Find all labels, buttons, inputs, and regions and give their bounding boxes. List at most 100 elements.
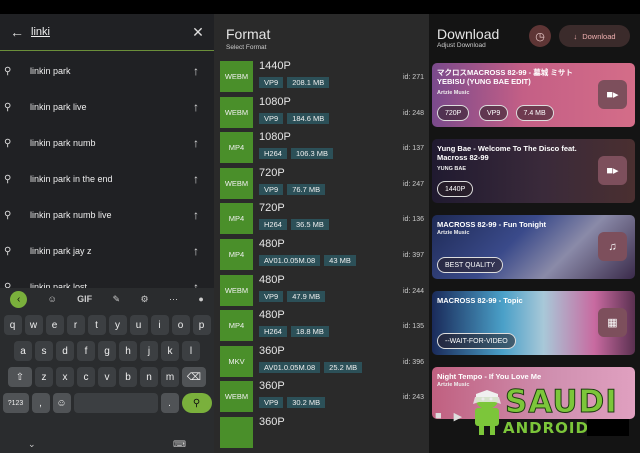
card-chip[interactable]: VP9 [479, 105, 509, 121]
key-a[interactable]: a [14, 341, 32, 361]
suggestion-item[interactable]: ⚲ linkin park jay z ↑ [0, 233, 214, 269]
key-v[interactable]: v [98, 367, 116, 387]
format-id: id: 396 [402, 358, 424, 366]
suggestion-item[interactable]: ⚲ linkin park in the end ↑ [0, 161, 214, 197]
key-t[interactable]: t [87, 315, 106, 335]
key-x[interactable]: x [56, 367, 74, 387]
format-item[interactable]: MP4 720P H264 36.5 MB id: 136 [220, 201, 429, 236]
format-item[interactable]: WEBM 1440P VP9 208.1 MB id: 271 [220, 59, 429, 94]
keyboard-switch-icon[interactable]: ⌨ [173, 439, 186, 450]
format-item[interactable]: WEBM 1080P VP9 184.6 MB id: 248 [220, 95, 429, 130]
card-chip[interactable]: --WAIT-FOR-VIDEO [437, 333, 516, 349]
key-j[interactable]: j [140, 341, 158, 361]
clear-icon[interactable]: ✕ [186, 24, 210, 41]
key-l[interactable]: l [182, 341, 200, 361]
backspace-key[interactable]: ⌫ [182, 367, 206, 387]
key-z[interactable]: z [35, 367, 53, 387]
watermark: SAUDI ANDROID [465, 384, 640, 453]
android-robot-icon [473, 390, 501, 435]
format-size: 184.6 MB [287, 112, 330, 124]
comma-key[interactable]: , [31, 393, 50, 413]
format-item[interactable]: 360P [220, 415, 429, 450]
format-item[interactable]: MP4 480P AV01.0.05M.08 43 MB id: 397 [220, 237, 429, 272]
format-item[interactable]: WEBM 720P VP9 76.7 MB id: 247 [220, 166, 429, 201]
key-y[interactable]: y [108, 315, 127, 335]
format-id: id: 244 [402, 287, 424, 295]
video-icon[interactable]: ■▸ [598, 156, 627, 185]
period-key[interactable]: . [160, 393, 179, 413]
symbols-key[interactable]: ?123 [2, 393, 29, 413]
key-n[interactable]: n [140, 367, 158, 387]
key-r[interactable]: r [66, 315, 85, 335]
download-card[interactable]: Yung Bae - Welcome To The Disco feat. Ma… [432, 139, 635, 203]
settings-icon[interactable]: ⚙ [141, 294, 149, 305]
fill-arrow-icon[interactable]: ↑ [186, 100, 206, 114]
suggestion-label: linkin park jay z [30, 246, 92, 256]
key-i[interactable]: i [150, 315, 169, 335]
format-resolution: 360P [259, 344, 285, 357]
queue-icon[interactable]: ▶ [454, 410, 462, 423]
keyboard-menu-icon[interactable]: ‹ [10, 290, 28, 308]
key-k[interactable]: k [161, 341, 179, 361]
fill-arrow-icon[interactable]: ↑ [186, 244, 206, 258]
format-item[interactable]: MKV 360P AV01.0.05M.08 25.2 MB id: 396 [220, 344, 429, 379]
back-arrow-icon[interactable]: ← [5, 24, 29, 40]
card-chip[interactable]: 720P [437, 105, 470, 121]
folder-icon[interactable]: ■ [435, 410, 442, 423]
key-f[interactable]: f [77, 341, 95, 361]
suggestion-item[interactable]: ⚲ linkin park numb live ↑ [0, 197, 214, 233]
space-key[interactable] [73, 393, 158, 413]
suggestion-item[interactable]: ⚲ linkin park ↑ [0, 53, 214, 89]
key-h[interactable]: h [119, 341, 137, 361]
download-button[interactable]: ↓ Download [559, 25, 630, 47]
key-e[interactable]: e [45, 315, 64, 335]
fill-arrow-icon[interactable]: ↑ [186, 172, 206, 186]
download-card[interactable]: マクロスMACROSS 82-99 - 墓城 ミサト YEBISU (YUNG … [432, 63, 635, 127]
format-container-badge: MKV [220, 345, 253, 377]
format-item[interactable]: MP4 1080P H264 106.3 MB id: 137 [220, 130, 429, 165]
music-icon[interactable]: ♫ [598, 232, 627, 261]
format-item[interactable]: MP4 480P H264 18.8 MB id: 135 [220, 308, 429, 343]
key-b[interactable]: b [119, 367, 137, 387]
key-m[interactable]: m [161, 367, 179, 387]
format-tags: H264 18.8 MB [259, 326, 329, 338]
suggestion-item[interactable]: ⚲ linkin park live ↑ [0, 89, 214, 125]
key-w[interactable]: w [24, 315, 43, 335]
search-key[interactable]: ⚲ [181, 393, 212, 413]
key-q[interactable]: q [3, 315, 22, 335]
card-chip[interactable]: BEST QUALITY [437, 257, 504, 273]
clipboard-icon[interactable]: ✎ [113, 294, 121, 305]
fill-arrow-icon[interactable]: ↑ [186, 208, 206, 222]
suggestion-item[interactable]: ⚲ linkin park numb ↑ [0, 125, 214, 161]
format-item[interactable]: WEBM 360P VP9 30.2 MB id: 243 [220, 379, 429, 414]
hide-keyboard-icon[interactable]: ⌄ [28, 439, 36, 450]
emoji-key[interactable]: ☺ [52, 393, 71, 413]
format-id: id: 271 [402, 74, 424, 81]
key-o[interactable]: o [171, 315, 190, 335]
download-card[interactable]: MACROSS 82-99 - Fun Tonight Artzie Music ♫… [432, 215, 635, 279]
command-icon[interactable]: ▦ [598, 308, 627, 337]
status-bar [0, 0, 640, 14]
key-s[interactable]: s [35, 341, 53, 361]
gif-button[interactable]: GIF [77, 294, 92, 304]
video-icon[interactable]: ■▸ [598, 80, 627, 109]
format-item[interactable]: WEBM 480P VP9 47.9 MB id: 244 [220, 273, 429, 308]
key-c[interactable]: c [77, 367, 95, 387]
history-icon[interactable]: ◷ [529, 25, 551, 47]
shift-key[interactable]: ⇧ [8, 367, 32, 387]
download-card[interactable]: MACROSS 82-99 - Topic ▦ --WAIT-FOR-VIDEO [432, 291, 635, 355]
card-title: MACROSS 82-99 - Topic [437, 296, 523, 305]
sticker-icon[interactable]: ☺ [48, 294, 57, 304]
fill-arrow-icon[interactable]: ↑ [186, 136, 206, 150]
key-d[interactable]: d [56, 341, 74, 361]
format-container-badge [220, 417, 253, 448]
key-p[interactable]: p [192, 315, 211, 335]
key-g[interactable]: g [98, 341, 116, 361]
search-input[interactable]: linki [31, 26, 186, 38]
more-icon[interactable]: ⋯ [169, 294, 178, 305]
card-chip[interactable]: 1440P [437, 181, 474, 197]
microphone-icon[interactable]: ● [198, 294, 203, 304]
key-u[interactable]: u [129, 315, 148, 335]
fill-arrow-icon[interactable]: ↑ [186, 64, 206, 78]
card-chip[interactable]: 7.4 MB [515, 105, 554, 121]
